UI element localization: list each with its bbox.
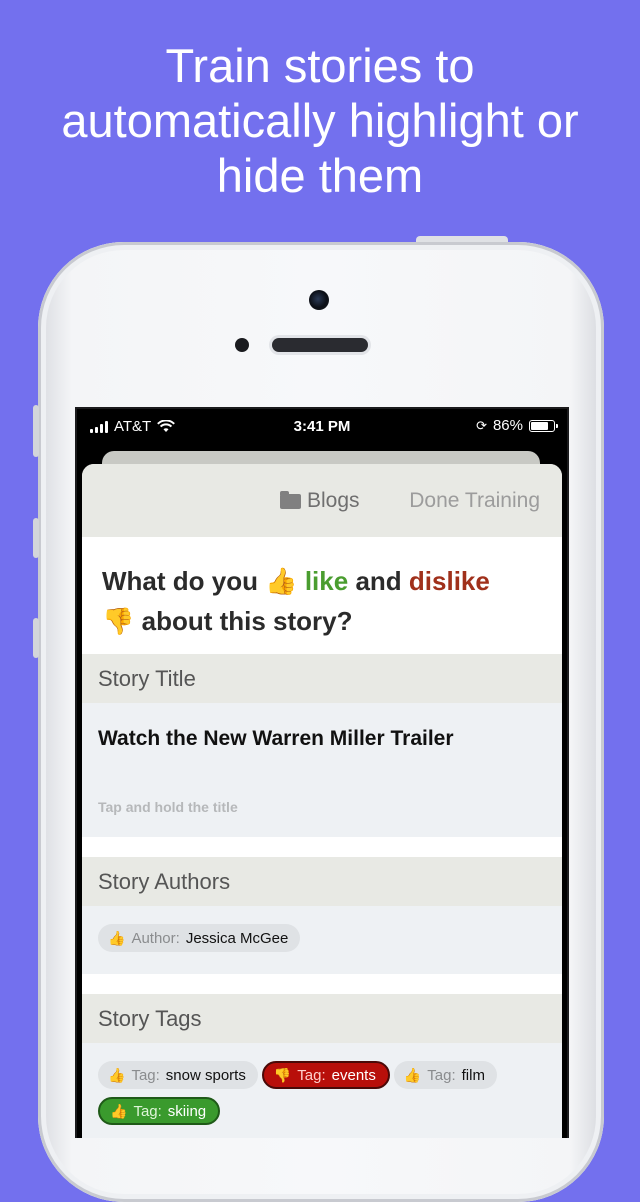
title-hint: Tap and hold the title	[98, 799, 238, 815]
headline-line-2: automatically highlight or	[61, 94, 579, 147]
like-word: like	[304, 566, 349, 596]
earpiece-speaker	[272, 338, 368, 352]
chip-value: events	[331, 1066, 376, 1084]
chip-value: Jessica McGee	[185, 929, 289, 947]
folder-icon	[280, 490, 301, 509]
dislike-word: dislike	[408, 566, 490, 596]
thumbs-up-icon: 👍	[108, 1066, 126, 1083]
chip-value: skiing	[167, 1102, 207, 1120]
blogs-label: Blogs	[307, 489, 360, 512]
chip-label: Tag:	[133, 1102, 162, 1120]
section-divider	[82, 974, 562, 994]
story-authors-header: Story Authors	[82, 857, 562, 906]
blogs-button[interactable]: Blogs	[280, 489, 360, 513]
phone-volume-down-button	[33, 618, 39, 658]
chip-value: snow sports	[165, 1066, 246, 1084]
story-authors-section: 👍 Author: Jessica McGee	[82, 906, 562, 974]
tag-chip[interactable]: 👍 Tag: film	[393, 1061, 497, 1089]
front-camera	[309, 290, 329, 310]
training-sheet: Blogs Done Training What do you 👍 like a…	[82, 464, 562, 1138]
section-divider	[82, 837, 562, 857]
rotation-lock-icon: ⟳	[476, 417, 487, 433]
thumbs-up-icon: 👍	[108, 929, 126, 946]
story-tags-section: 👍 Tag: snow sports 👎 Tag: events 👍 Tag: …	[82, 1043, 562, 1138]
thumbs-up-icon: 👍	[403, 1066, 422, 1083]
author-chip[interactable]: 👍 Author: Jessica McGee	[98, 924, 301, 952]
promo-headline: Train stories to automatically highlight…	[0, 38, 640, 203]
story-tags-header: Story Tags	[82, 994, 562, 1043]
thumbs-down-icon: 👎	[102, 606, 135, 636]
thumbs-down-icon: 👎	[273, 1066, 292, 1083]
battery-percent: 86%	[492, 417, 523, 434]
question-text-start: What do you	[102, 566, 258, 596]
story-title-header: Story Title	[82, 654, 562, 703]
chip-value: film	[461, 1066, 485, 1084]
story-title[interactable]: Watch the New Warren Miller Trailer	[82, 703, 562, 751]
phone-screen: AT&T 3:41 PM ⟳ 86% Blogs Done Training W…	[75, 407, 569, 1138]
tag-chip[interactable]: 👍 Tag: snow sports	[98, 1061, 258, 1089]
phone-volume-up-button	[33, 518, 39, 558]
thumbs-up-icon: 👍	[265, 566, 298, 596]
training-question: What do you 👍 like and dislike 👎 about t…	[82, 537, 562, 654]
chip-label: Tag:	[297, 1066, 326, 1084]
done-training-button[interactable]: Done Training	[409, 489, 540, 513]
tag-chip-disliked[interactable]: 👎 Tag: events	[261, 1061, 390, 1089]
chip-label: Tag:	[427, 1066, 456, 1084]
battery-icon	[529, 419, 558, 432]
chip-label: Tag:	[131, 1066, 160, 1084]
story-title-section: Watch the New Warren Miller Trailer Tap …	[82, 703, 562, 837]
question-and: and	[355, 566, 402, 596]
headline-line-1: Train stories to	[165, 39, 475, 92]
thumbs-up-icon: 👍	[110, 1102, 128, 1119]
chip-label: Author:	[131, 929, 180, 947]
proximity-sensor	[235, 338, 249, 352]
headline-line-3: hide them	[216, 149, 424, 202]
question-text-end: about this story?	[141, 606, 353, 636]
sheet-nav-bar: Blogs Done Training	[82, 464, 562, 537]
tag-chip-liked[interactable]: 👍 Tag: skiing	[98, 1097, 221, 1125]
status-bar: AT&T 3:41 PM ⟳ 86%	[77, 409, 567, 445]
phone-mute-switch	[33, 405, 39, 457]
